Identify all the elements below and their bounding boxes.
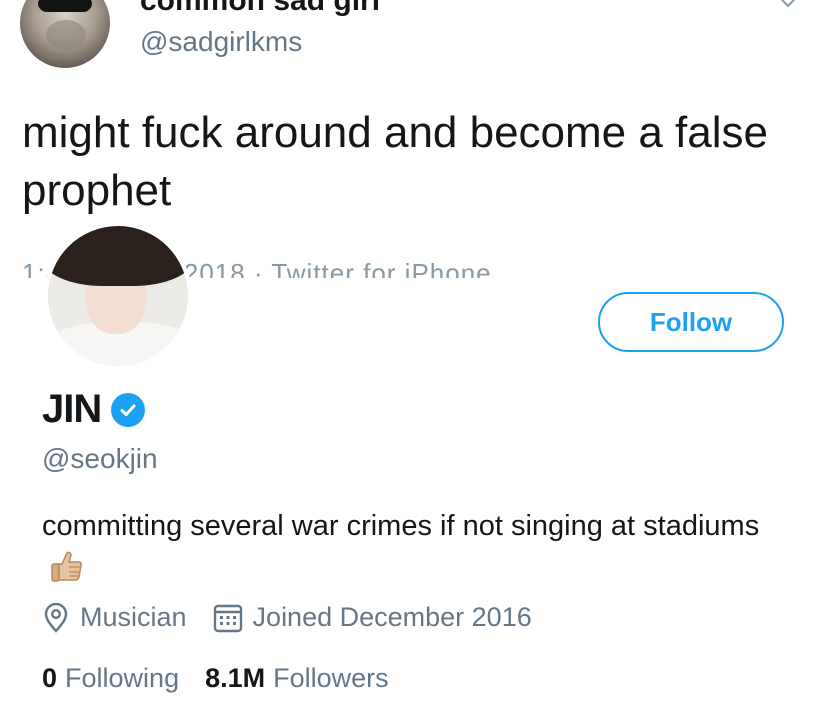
profile-joined: Joined December 2016 (213, 602, 532, 633)
profile-location: Musician (42, 602, 187, 633)
location-text: Musician (80, 602, 187, 632)
followers-count: 8.1M (205, 663, 266, 693)
bio-text: committing several war crimes if not sin… (42, 510, 760, 542)
verified-badge-icon (111, 392, 146, 427)
location-pin-icon (44, 602, 68, 633)
follow-button[interactable]: Follow (598, 292, 784, 352)
following-count: 0 (42, 663, 58, 693)
profile-avatar[interactable] (44, 222, 192, 370)
profile-handle: @seokjin (42, 443, 158, 474)
tweet-author-name[interactable]: common sad girl (140, 0, 380, 18)
followers-label: Followers (273, 663, 389, 693)
profile-display-name: JIN (42, 387, 102, 431)
avatar-hair (48, 226, 188, 286)
avatar-face (46, 20, 86, 50)
joined-text: Joined December 2016 (252, 602, 532, 632)
profile-meta-row: Musician Joined December 2016 (42, 602, 558, 633)
following-label: Following (65, 663, 180, 693)
tweet-text: might fuck around and become a false pro… (22, 108, 769, 215)
following-stat[interactable]: 0 Following (42, 663, 179, 694)
calendar-icon (213, 604, 242, 632)
profile-stats-row: 0 Following 8.1M Followers (42, 663, 415, 694)
followers-stat[interactable]: 8.1M Followers (205, 663, 389, 694)
tweet-author-handle[interactable]: @sadgirlkms (140, 26, 302, 58)
profile-bio: committing several war crimes if not sin… (42, 505, 782, 597)
tweet-author-avatar[interactable] (20, 0, 110, 68)
avatar-sunglasses (38, 0, 92, 12)
chevron-down-icon[interactable] (776, 0, 800, 8)
profile-name-row: JIN (42, 387, 146, 432)
thumbs-up-icon (48, 547, 86, 597)
